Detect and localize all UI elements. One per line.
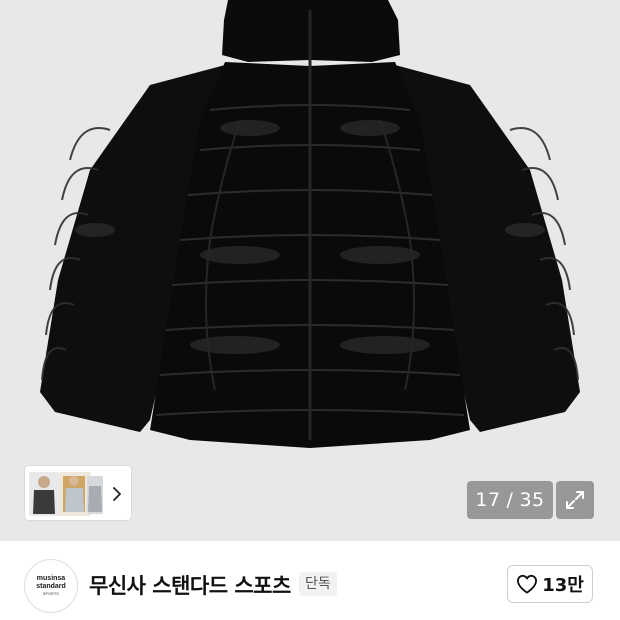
image-counter: 17 / 35 [467, 481, 553, 519]
chevron-right-icon [113, 487, 121, 501]
like-button[interactable]: 13만 [507, 565, 593, 603]
brand-bar: musinsa standard SPORTS 무신사 스탠다드 스포츠 단독 … [0, 541, 620, 620]
brand-logo[interactable]: musinsa standard SPORTS [24, 559, 78, 613]
counter-current: 17 [475, 489, 501, 511]
product-jacket-image [40, 0, 580, 448]
heart-outline-icon [517, 574, 538, 594]
logo-text-line2: standard [36, 583, 66, 590]
product-image-gallery[interactable]: 17 / 35 [0, 0, 620, 541]
exclusive-badge: 단독 [299, 572, 337, 596]
expand-image-button[interactable] [556, 481, 594, 519]
expand-arrows-icon [566, 491, 584, 509]
brand-name-link[interactable]: 무신사 스탠다드 스포츠 [89, 570, 291, 600]
counter-separator: / [506, 489, 514, 511]
like-count: 13만 [542, 575, 584, 596]
counter-total: 35 [519, 489, 545, 511]
logo-text-line3: SPORTS [42, 592, 60, 596]
thumbnail-next-button[interactable] [108, 485, 126, 503]
logo-text-line1: musinsa [36, 575, 66, 582]
